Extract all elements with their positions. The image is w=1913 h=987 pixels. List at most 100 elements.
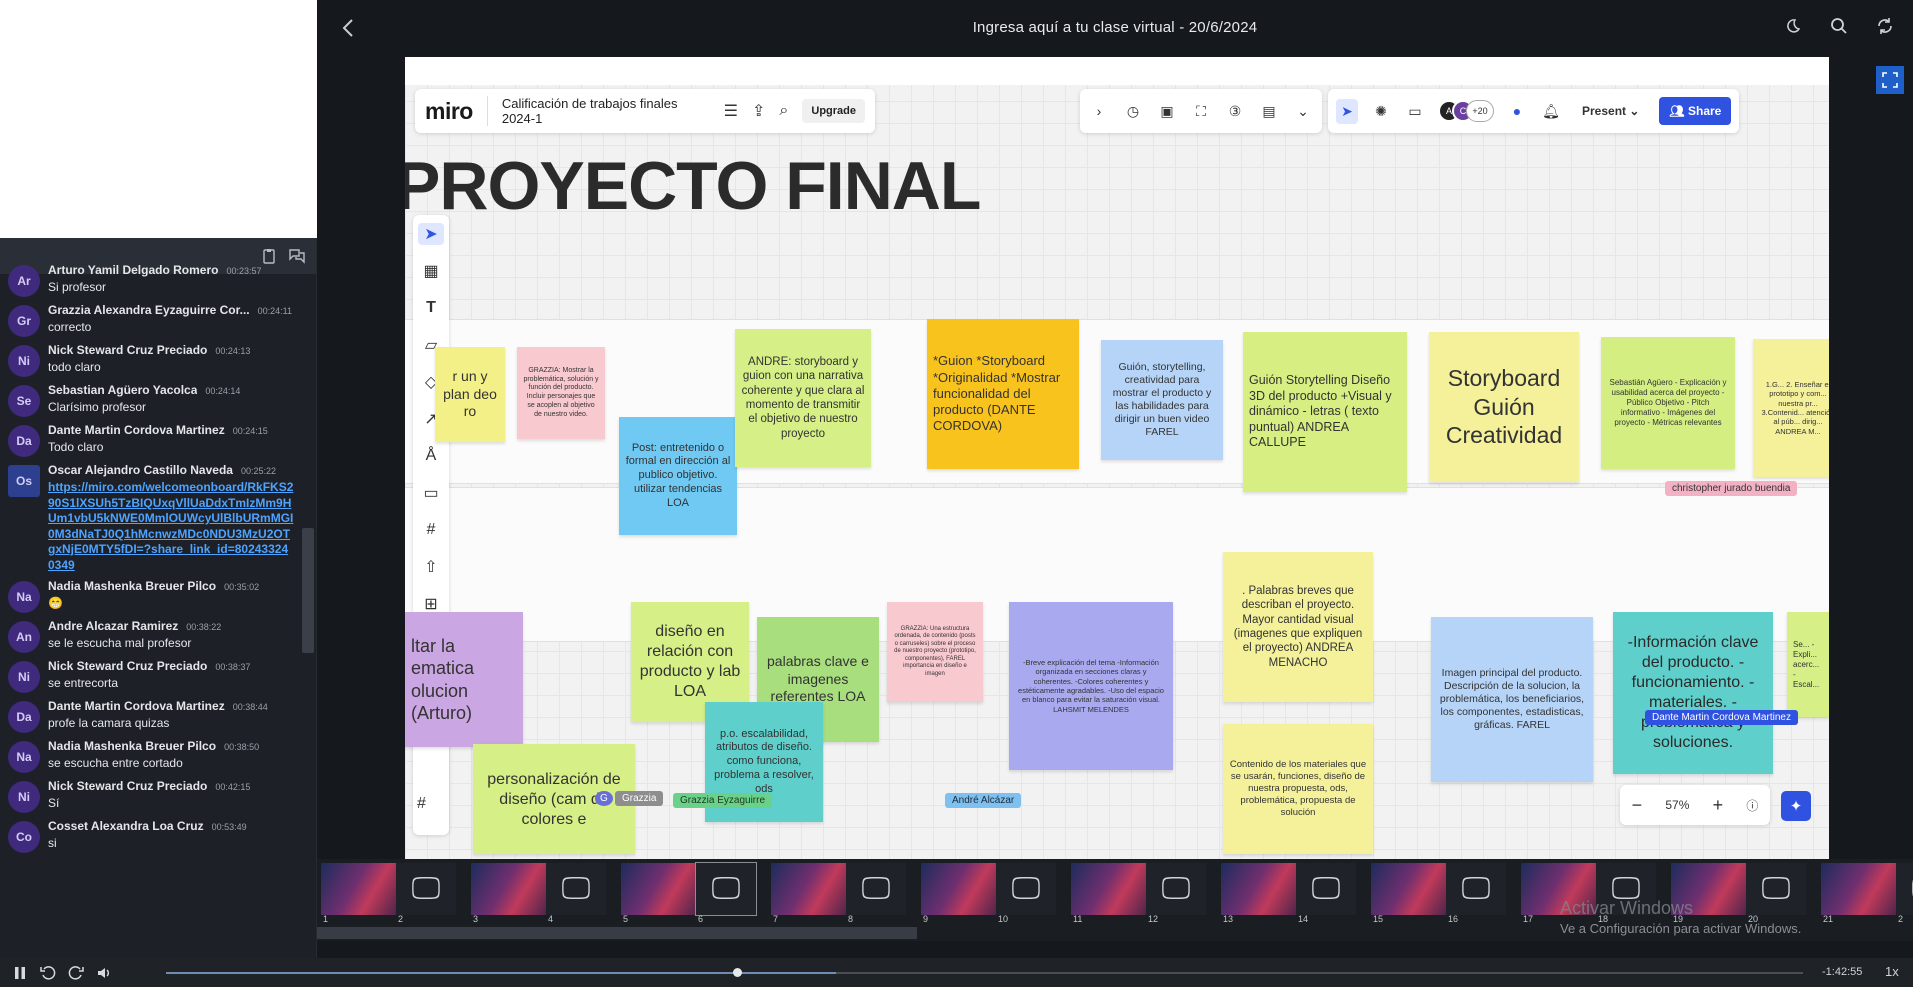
search-icon[interactable]: ⌕ — [779, 102, 788, 120]
zoom-in-icon[interactable]: + — [1713, 795, 1724, 816]
pause-icon[interactable] — [10, 963, 30, 983]
share-button[interactable]: 👥︎ Share — [1659, 97, 1732, 125]
sticky-note[interactable]: Sebastián Agüero - Explicación y usabili… — [1601, 337, 1735, 469]
vote-icon[interactable]: ③ — [1224, 103, 1246, 120]
bell-icon[interactable]: 🔔︎ — [1540, 103, 1562, 120]
sticky-note[interactable]: ANDRE: storyboard y guion con una narrat… — [735, 329, 871, 467]
chevron-right-icon[interactable]: › — [1088, 103, 1110, 119]
chat-message: Na Nadia Mashenka Breuer Pilco 00:38:50 se … — [0, 736, 302, 776]
avatar: Ni — [8, 661, 40, 693]
chat-message: Gr Grazzia Alexandra Eyzaguirre Cor... 00:… — [0, 300, 302, 340]
chevron-down-icon[interactable]: ⌄ — [1292, 103, 1314, 120]
sticky-note[interactable]: Guión Storytelling Diseño 3D del product… — [1243, 332, 1407, 492]
frame-icon[interactable]: # — [418, 519, 444, 541]
chat-message: An Andre Alcazar Ramirez 00:38:22 se le esc… — [0, 616, 302, 656]
progress-handle[interactable] — [733, 968, 743, 977]
monitor-icon: 🖵 — [1446, 863, 1506, 915]
sticky-note[interactable]: Imagen principal del producto. Descripci… — [1431, 617, 1593, 782]
sticky-note[interactable]: Post: entretenido o formal en dirección … — [619, 417, 737, 535]
sticky-note[interactable]: 1.G... 2. Enseñar el prototipo y com... … — [1753, 339, 1829, 477]
message-text: Si profesor — [48, 280, 107, 294]
thumbnail-number: 11 — [1073, 914, 1083, 924]
collab-group: ➤ ✺ ▭ A C +20 ● 🔔︎ Present ⌄ 👥︎ Share — [1328, 89, 1740, 133]
message-body: Oscar Alejandro Castillo Naveda 00:25:22 h… — [48, 463, 294, 573]
message-meta: Grazzia Alexandra Eyzaguirre Cor... 00:24… — [48, 303, 294, 317]
message-body: Arturo Yamil Delgado Romero 00:23:57 Si pr… — [48, 263, 294, 297]
thumbnail-number: 16 — [1448, 914, 1459, 924]
present-button[interactable]: Present ⌄ — [1574, 104, 1647, 118]
frames-icon[interactable]: # — [417, 795, 426, 813]
swap-layout-icon[interactable] — [1875, 16, 1895, 36]
comment-icon[interactable]: ▭ — [418, 482, 444, 504]
avatar-group[interactable]: A C +20 — [1438, 100, 1494, 122]
user-avatar[interactable]: ● — [1506, 103, 1528, 119]
menu-icon[interactable]: ☰ — [724, 101, 738, 121]
text-tool-icon[interactable]: T — [418, 297, 444, 319]
avatar: Ni — [8, 781, 40, 813]
sticky-note[interactable]: -Información clave del producto. -funcio… — [1613, 612, 1773, 774]
upload-icon[interactable]: ⇧ — [418, 556, 444, 578]
timer-icon[interactable]: ◷ — [1122, 103, 1144, 120]
top-actions — [1783, 16, 1895, 36]
sticky-note[interactable]: Contenido de los materiales que se usará… — [1223, 724, 1373, 854]
back-icon[interactable] — [339, 17, 361, 39]
cursor-tag: Grazzia — [615, 791, 664, 806]
sticky-note[interactable]: r un y plan deo ro — [435, 347, 505, 442]
windows-activation-watermark: Activar Windows — [1560, 898, 1694, 918]
sender-name: Oscar Alejandro Castillo Naveda — [48, 463, 233, 477]
message-link[interactable]: https://miro.com/welcomeonboard/RkFKS290… — [48, 480, 294, 573]
reaction-icon[interactable]: ✺ — [1370, 103, 1392, 120]
zoom-out-icon[interactable]: − — [1632, 795, 1643, 816]
slide-thumbnail[interactable]: 🖵2 — [1894, 861, 1913, 925]
board-name[interactable]: Calificación de trabajos finales 2024-1 — [486, 96, 710, 126]
sticky-note[interactable]: . Palabras breves que describan el proye… — [1223, 552, 1373, 702]
ai-assist-icon[interactable]: ✦ — [1781, 791, 1811, 821]
focus-icon[interactable]: ⛶ — [1190, 103, 1212, 120]
message-text: Clarísimo profesor — [48, 400, 147, 414]
message-text: Todo claro — [48, 440, 104, 454]
templates-icon[interactable]: ▦ — [418, 260, 444, 282]
avatar: Da — [8, 425, 40, 457]
sender-name: Grazzia Alexandra Eyzaguirre Cor... — [48, 303, 250, 317]
notes-icon[interactable]: ▤ — [1258, 103, 1280, 120]
message-text: 😁 — [48, 596, 63, 610]
dark-mode-icon[interactable] — [1783, 16, 1803, 36]
avatar: Co — [8, 821, 40, 853]
thumbnail-number: 13 — [1223, 914, 1234, 924]
sticky-note[interactable]: GRAZZIA: Mostrar la problemática, soluci… — [517, 347, 605, 439]
thumbnail-number: 17 — [1523, 914, 1534, 924]
card-icon[interactable]: ▣ — [1156, 103, 1178, 120]
miro-logo[interactable]: miro — [425, 98, 473, 125]
browser-bar — [405, 57, 1829, 85]
rewind-icon[interactable] — [38, 963, 58, 983]
chat-message-list[interactable]: Ar Arturo Yamil Delgado Romero 00:23:57 Si … — [0, 260, 302, 958]
search-icon[interactable] — [1829, 16, 1849, 36]
sticky-note[interactable]: -Breve explicación del tema -Información… — [1009, 602, 1173, 770]
zoom-level[interactable]: 57% — [1665, 798, 1689, 812]
upload-icon[interactable]: ⇪ — [752, 101, 765, 121]
comment-icon[interactable]: ▭ — [1404, 103, 1426, 120]
help-icon[interactable]: ⓘ — [1746, 797, 1758, 814]
sticky-note[interactable]: GRAZZIA: Una estructura ordenada, de con… — [887, 602, 983, 702]
pen-icon[interactable]: Å — [418, 445, 444, 467]
chat-scrollbar[interactable] — [302, 528, 314, 653]
message-body: Nadia Mashenka Breuer Pilco 00:38:50 se es… — [48, 739, 294, 773]
sender-name: Dante Martin Cordova Martinez — [48, 423, 225, 437]
volume-icon[interactable] — [94, 963, 114, 983]
message-meta: Sebastian Agüero Yacolca 00:24:14 — [48, 383, 294, 397]
sticky-note[interactable]: *Guion *Storyboard *Originalidad *Mostra… — [927, 319, 1079, 469]
sticky-note[interactable]: Storyboard Guión Creatividad — [1429, 332, 1579, 482]
message-meta: Dante Martin Cordova Martinez 00:38:44 — [48, 699, 294, 713]
thumbnail-scrollbar[interactable] — [317, 927, 917, 939]
upgrade-button[interactable]: Upgrade — [802, 99, 865, 123]
sticky-note[interactable]: ltar la ematica olucion (Arturo) — [405, 612, 523, 747]
sticky-note[interactable]: Se... - Expli... acerc... - Escal... — [1787, 612, 1829, 717]
sticky-note[interactable]: Guión, storytelling, creatividad para mo… — [1101, 340, 1223, 460]
message-time: 00:38:50 — [224, 742, 260, 752]
playback-speed[interactable]: 1x — [1885, 964, 1899, 979]
chat-message: Ar Arturo Yamil Delgado Romero 00:23:57 Si … — [0, 260, 302, 300]
cursor-icon[interactable]: ➤ — [1336, 98, 1358, 124]
select-tool-icon[interactable]: ➤ — [418, 223, 444, 245]
fullscreen-button[interactable] — [1876, 66, 1904, 94]
forward-icon[interactable] — [66, 963, 86, 983]
